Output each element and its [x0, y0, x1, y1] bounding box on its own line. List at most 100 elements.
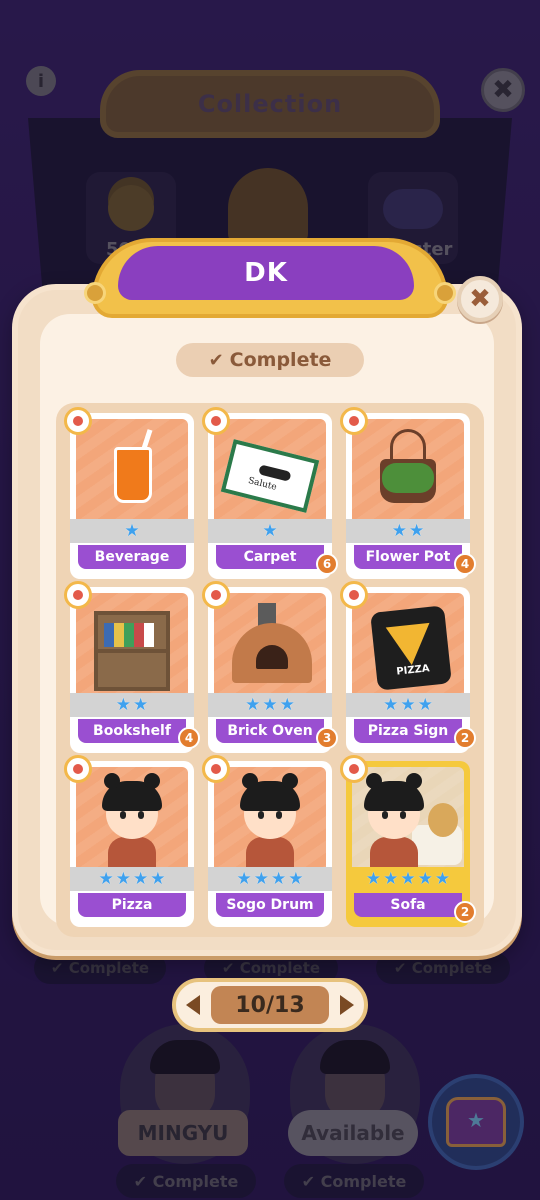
teddy-bear-shape: [428, 803, 458, 837]
star-icon: ★: [271, 868, 287, 889]
hair-bun-shape: [144, 773, 160, 789]
juice-cup-shape: [114, 447, 152, 503]
collection-card[interactable]: PIZZA ★ ★ ★ Pizza Sign 2: [340, 581, 476, 753]
collection-card[interactable]: ★ ★ ★ ★ ★ Sofa 2: [340, 755, 476, 927]
item-art-beverage: [76, 419, 188, 529]
eye-shape: [120, 811, 126, 819]
title-pill: DK: [118, 246, 414, 300]
item-tag-icon: [64, 755, 92, 783]
card-name: Carpet: [216, 545, 324, 569]
duplicate-count-badge: 3: [316, 727, 338, 749]
duplicate-count-badge: 4: [178, 727, 200, 749]
star-rating: ★ ★ ★ ★: [208, 867, 332, 891]
star-icon: ★: [150, 868, 166, 889]
star-icon: ★: [288, 868, 304, 889]
collection-card[interactable]: ★ ★ Bookshelf 4: [64, 581, 200, 753]
oven-mouth-shape: [256, 645, 288, 669]
item-art-sign: PIZZA: [352, 593, 464, 703]
item-tag-icon: [340, 407, 368, 435]
star-icon: ★: [383, 694, 399, 715]
collection-card[interactable]: ★ ★ ★ ★ Pizza: [64, 755, 194, 927]
item-art-oven: [214, 593, 326, 703]
item-art-flowerpot: [352, 419, 464, 529]
card-name: Brick Oven: [216, 719, 324, 743]
card-name: Sofa: [354, 893, 462, 917]
star-icon: ★: [124, 520, 140, 541]
pizza-sign-shape: PIZZA: [370, 605, 452, 691]
eye-shape: [276, 811, 282, 819]
star-icon: ★: [133, 694, 149, 715]
star-icon: ★: [262, 520, 278, 541]
duplicate-count-badge: 6: [316, 553, 338, 575]
star-icon: ★: [417, 868, 433, 889]
eye-shape: [400, 811, 406, 819]
item-art-sofa: [352, 767, 464, 877]
bookshelf-shape: [94, 611, 170, 691]
star-icon: ★: [262, 694, 278, 715]
star-icon: ★: [279, 694, 295, 715]
modal-close-button[interactable]: ✖: [457, 276, 503, 322]
star-icon: ★: [245, 694, 261, 715]
item-tag-icon: [202, 407, 230, 435]
modal-title: DK: [244, 258, 288, 288]
item-art-carpet: Salute: [214, 419, 326, 529]
checkmark-icon: ✔: [208, 349, 224, 371]
star-rating: ★ ★ ★ ★ ★: [346, 867, 470, 891]
hair-bun-shape: [406, 773, 422, 789]
star-icon: ★: [391, 520, 407, 541]
card-name: Pizza: [78, 893, 186, 917]
card-name: Sogo Drum: [216, 893, 324, 917]
item-art-character: [214, 767, 326, 877]
star-icon: ★: [98, 868, 114, 889]
next-page-arrow-icon[interactable]: [340, 995, 354, 1015]
leaves-shape: [382, 463, 434, 493]
item-tag-icon: [64, 581, 92, 609]
collection-card[interactable]: ★ ★ ★ Brick Oven 3: [202, 581, 338, 753]
item-tag-icon: [340, 755, 368, 783]
collection-card[interactable]: Salute ★ Carpet 6: [202, 407, 338, 579]
hair-bun-shape: [282, 773, 298, 789]
star-icon: ★: [417, 694, 433, 715]
modal-title-banner: DK: [84, 238, 456, 318]
star-rating: ★: [208, 519, 332, 543]
star-rating: ★ ★: [346, 519, 470, 543]
collection-card[interactable]: ★ ★ Flower Pot 4: [340, 407, 476, 579]
hair-bun-shape: [242, 773, 258, 789]
star-icon: ★: [383, 868, 399, 889]
collection-card[interactable]: ★ ★ ★ ★ Sogo Drum: [202, 755, 332, 927]
star-rating: ★ ★ ★ ★: [70, 867, 194, 891]
item-tag-icon: [340, 581, 368, 609]
star-icon: ★: [400, 868, 416, 889]
star-icon: ★: [115, 868, 131, 889]
hair-bun-shape: [366, 773, 382, 789]
duplicate-count-badge: 2: [454, 901, 476, 923]
card-name: Bookshelf: [78, 719, 186, 743]
star-icon: ★: [236, 868, 252, 889]
hair-bun-shape: [104, 773, 120, 789]
item-tag-icon: [202, 581, 230, 609]
star-rating: ★: [70, 519, 194, 543]
title-knob: [84, 282, 106, 304]
set-status-label: Complete: [229, 349, 332, 371]
eye-shape: [258, 811, 264, 819]
star-icon: ★: [434, 868, 451, 889]
collection-card[interactable]: ★ Beverage: [64, 407, 194, 579]
star-icon: ★: [409, 520, 425, 541]
item-tag-icon: [202, 755, 230, 783]
star-icon: ★: [133, 868, 149, 889]
star-icon: ★: [115, 694, 131, 715]
previous-page-arrow-icon[interactable]: [186, 995, 200, 1015]
card-name: Pizza Sign: [354, 719, 462, 743]
title-knob: [434, 282, 456, 304]
books-shape: [104, 623, 154, 647]
page-indicator: 10/13: [211, 986, 329, 1024]
card-name: Beverage: [78, 545, 186, 569]
star-rating: ★ ★: [70, 693, 194, 717]
eye-shape: [382, 811, 388, 819]
pizza-sign-text: PIZZA: [395, 663, 431, 678]
eye-shape: [138, 811, 144, 819]
card-name: Flower Pot: [354, 545, 462, 569]
collection-card-grid: ★ Beverage Salute ★ Carpet 6 ★ ★ Flower Pot 4 ★ ★ Bo…: [56, 403, 484, 937]
carpet-text: Salute: [246, 476, 278, 493]
item-art-bookshelf: [76, 593, 188, 703]
